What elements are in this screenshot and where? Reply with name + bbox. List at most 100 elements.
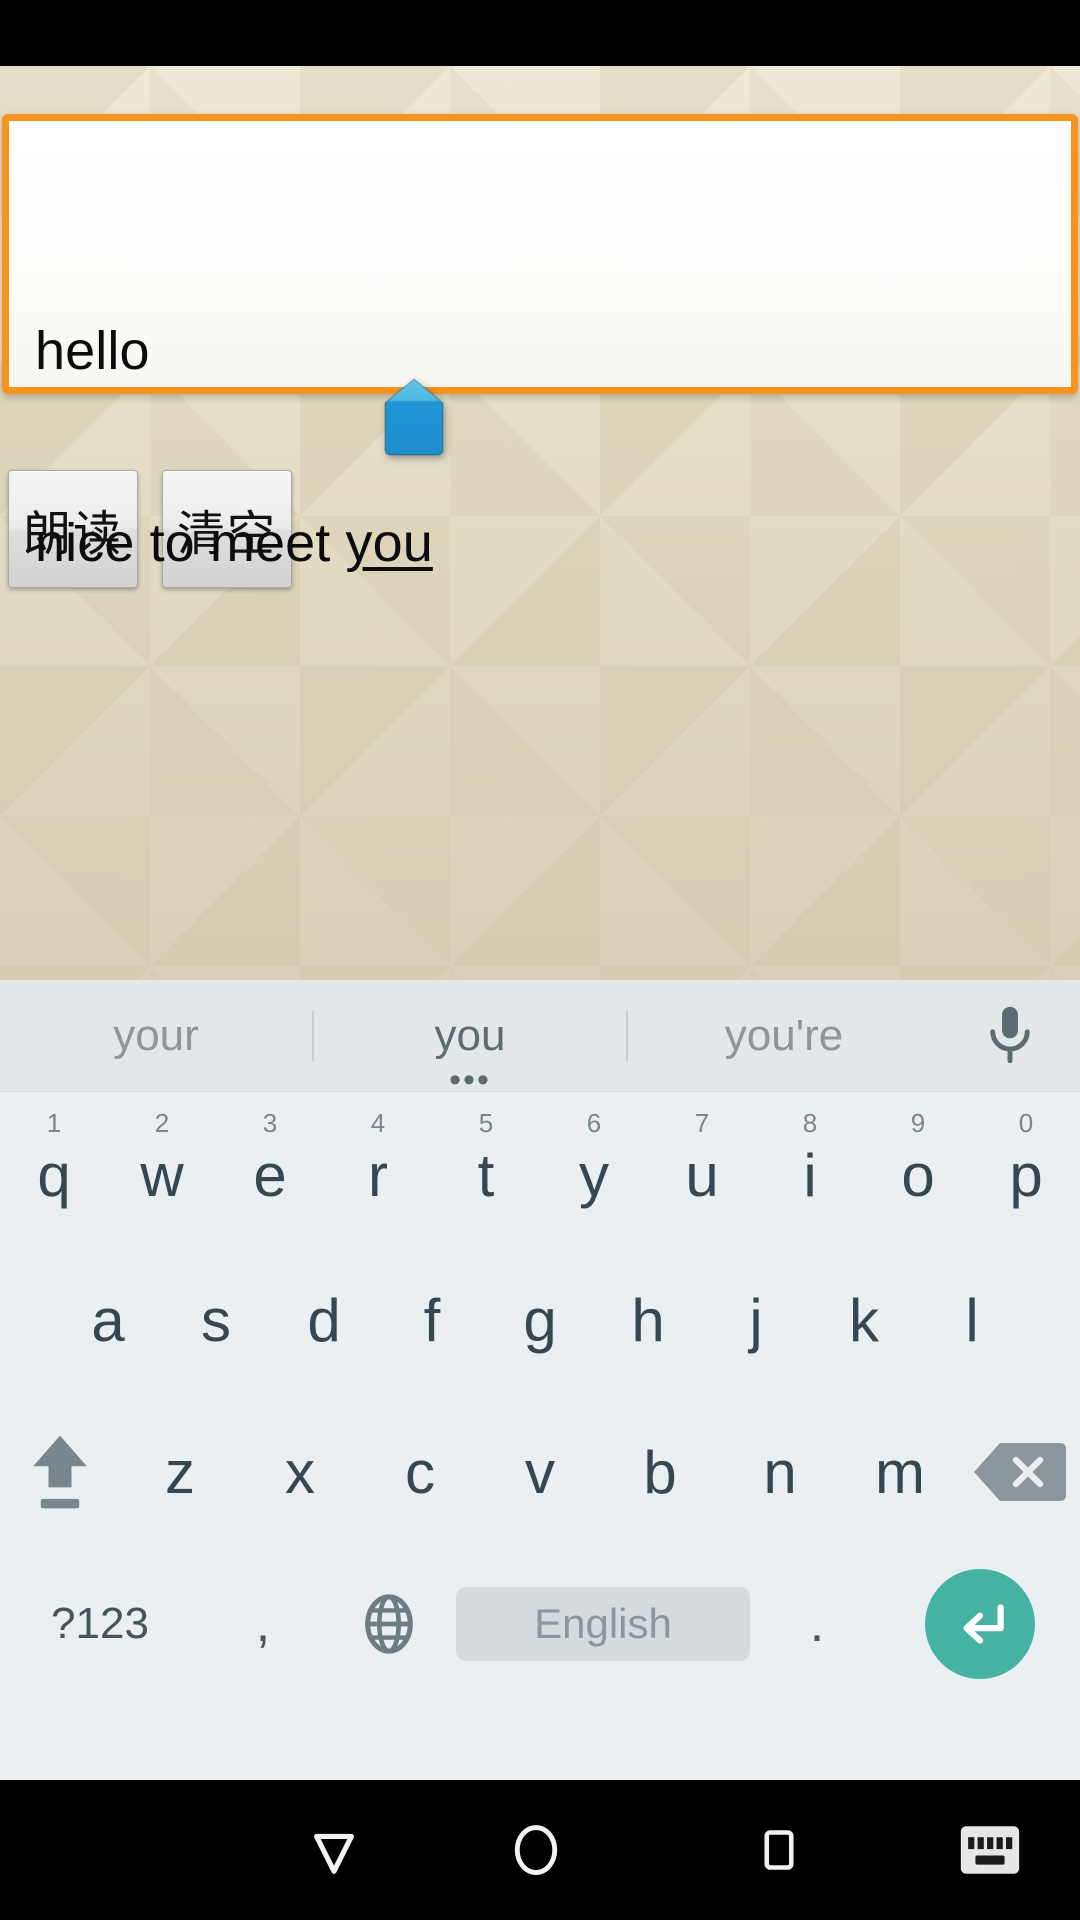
comma-key[interactable]: , <box>200 1548 326 1700</box>
key-d[interactable]: d <box>270 1244 378 1396</box>
globe-icon <box>365 1594 413 1654</box>
text-line-1: hello <box>35 321 150 382</box>
keyboard-row-2: a s d f g h j k l <box>0 1244 1080 1396</box>
suggestion-your-label: your <box>113 1010 199 1060</box>
key-q[interactable]: 1q <box>0 1092 108 1244</box>
keyboard-indicator-icon <box>960 1826 1020 1874</box>
key-r-label: r <box>368 1141 388 1209</box>
key-q-label: q <box>37 1141 71 1209</box>
key-c-label: c <box>405 1438 435 1506</box>
key-n[interactable]: n <box>720 1396 840 1548</box>
key-g[interactable]: g <box>486 1244 594 1396</box>
key-k-label: k <box>849 1286 879 1354</box>
key-p[interactable]: 0p <box>972 1092 1080 1244</box>
keyboard-row-1: 1q 2w 3e 4r 5t 6y 7u 8i 9o 0p <box>0 1092 1080 1244</box>
key-z[interactable]: z <box>120 1396 240 1548</box>
symbols-key[interactable]: ?123 <box>0 1548 200 1700</box>
key-f-label: f <box>423 1286 441 1354</box>
period-key[interactable]: . <box>754 1548 880 1700</box>
key-r[interactable]: 4r <box>324 1092 432 1244</box>
key-y-number: 6 <box>586 1108 602 1138</box>
suggestion-you-label: you <box>434 1010 506 1060</box>
status-bar <box>0 0 1080 66</box>
text-line-2-prefix: nice to meet <box>35 512 346 573</box>
key-t[interactable]: 5t <box>432 1092 540 1244</box>
backspace-delete-icon <box>974 1443 1066 1501</box>
key-v[interactable]: v <box>480 1396 600 1548</box>
key-e[interactable]: 3e <box>216 1092 324 1244</box>
key-b[interactable]: b <box>600 1396 720 1548</box>
key-h[interactable]: h <box>594 1244 702 1396</box>
key-u[interactable]: 7u <box>648 1092 756 1244</box>
suggestion-youre[interactable]: you're <box>628 980 940 1091</box>
key-k[interactable]: k <box>810 1244 918 1396</box>
suggestion-youre-label: you're <box>724 1010 844 1060</box>
key-s-label: s <box>201 1286 231 1354</box>
text-line-2: nice to meet you <box>35 512 1051 576</box>
key-s[interactable]: s <box>162 1244 270 1396</box>
keyboard-row-4: ?123 , English . <box>0 1548 1080 1700</box>
key-i-number: 8 <box>802 1108 818 1138</box>
nav-recents-button[interactable] <box>657 1780 900 1920</box>
key-p-number: 0 <box>1018 1108 1034 1138</box>
key-a[interactable]: a <box>54 1244 162 1396</box>
key-d-label: d <box>307 1286 341 1354</box>
key-t-number: 5 <box>478 1108 494 1138</box>
key-t-label: t <box>477 1141 495 1209</box>
microphone-icon[interactable] <box>940 980 1080 1091</box>
key-u-number: 7 <box>694 1108 710 1138</box>
suggestion-you[interactable]: you ••• <box>314 980 626 1099</box>
key-g-label: g <box>523 1286 557 1354</box>
key-v-label: v <box>525 1438 555 1506</box>
enter-key[interactable] <box>880 1548 1080 1700</box>
key-j[interactable]: j <box>702 1244 810 1396</box>
key-l[interactable]: l <box>918 1244 1026 1396</box>
period-key-label: . <box>809 1595 825 1653</box>
key-j-label: j <box>749 1286 763 1354</box>
key-i[interactable]: 8i <box>756 1092 864 1244</box>
shift-key[interactable] <box>0 1396 120 1548</box>
symbols-key-label: ?123 <box>51 1599 149 1648</box>
key-b-label: b <box>643 1438 677 1506</box>
text-input-content: hello nice to meet you <box>35 193 1051 703</box>
key-f[interactable]: f <box>378 1244 486 1396</box>
key-e-label: e <box>253 1141 287 1209</box>
onscreen-keyboard: your you ••• you're 1q 2w 3e 4 r 5 t 6 y… <box>0 980 1080 1780</box>
suggestion-more-dots: ••• <box>449 1061 491 1099</box>
key-u-label: u <box>685 1141 719 1209</box>
home-circle-icon <box>514 1825 557 1875</box>
key-x[interactable]: x <box>240 1396 360 1548</box>
key-i-label: i <box>803 1141 817 1209</box>
key-w-label: w <box>140 1141 184 1209</box>
key-m[interactable]: m <box>840 1396 960 1548</box>
space-key[interactable]: English <box>452 1548 754 1700</box>
nav-keyboard-indicator[interactable] <box>900 1780 1080 1920</box>
space-key-surface: English <box>456 1587 750 1661</box>
key-y[interactable]: 6y <box>540 1092 648 1244</box>
key-y-label: y <box>579 1141 609 1209</box>
key-l-label: l <box>965 1286 979 1354</box>
back-ime-down-triangle-icon <box>314 1833 354 1874</box>
key-o[interactable]: 9o <box>864 1092 972 1244</box>
suggestion-your[interactable]: your <box>0 980 312 1091</box>
nav-back-button[interactable] <box>254 1780 414 1920</box>
microphone-icon-glyph <box>990 1006 1030 1063</box>
key-r-number: 4 <box>370 1108 386 1138</box>
key-o-number: 9 <box>910 1108 926 1138</box>
comma-key-label: , <box>255 1595 271 1653</box>
key-w[interactable]: 2w <box>108 1092 216 1244</box>
key-x-label: x <box>285 1438 315 1506</box>
key-p-label: p <box>1009 1141 1043 1209</box>
device-screen: 朗读 清空 hello nice to meet you your you ••… <box>0 0 1080 1920</box>
key-w-number: 2 <box>154 1108 170 1138</box>
key-c[interactable]: c <box>360 1396 480 1548</box>
nav-home-button[interactable] <box>414 1780 657 1920</box>
text-cursor-handle-icon[interactable] <box>383 377 445 457</box>
backspace-key[interactable] <box>960 1396 1080 1548</box>
key-o-label: o <box>901 1141 935 1209</box>
key-n-label: n <box>763 1438 797 1506</box>
text-input-container: hello nice to meet you <box>2 114 1078 573</box>
language-switch-key[interactable] <box>326 1548 452 1700</box>
text-input-field[interactable]: hello nice to meet you <box>2 114 1078 573</box>
keyboard-row-3: z x c v b n m <box>0 1396 1080 1548</box>
